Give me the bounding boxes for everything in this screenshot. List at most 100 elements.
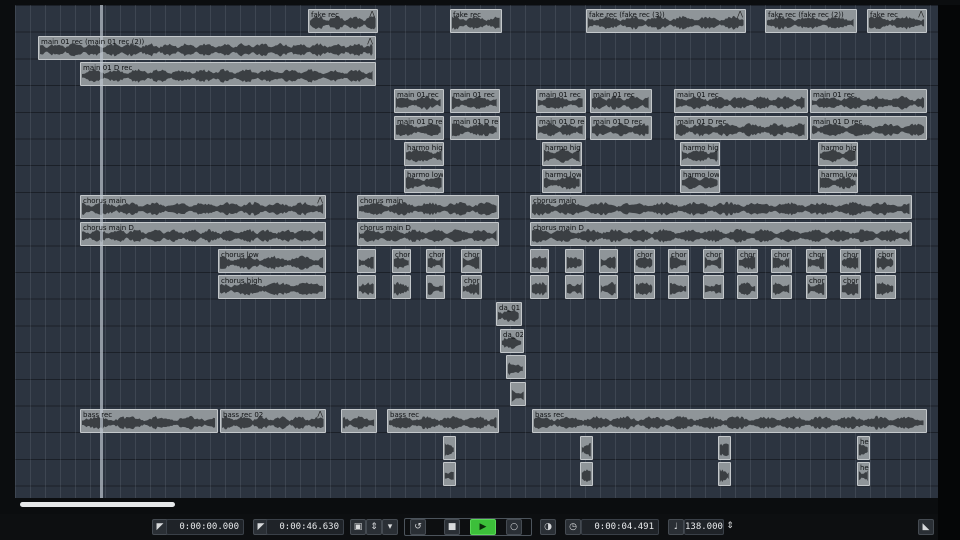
audio-clip[interactable] [771,275,792,299]
audio-clip[interactable]: harmo low [680,169,720,193]
record-icon[interactable]: ○ [506,519,522,535]
audio-clip[interactable]: main 01 rec [674,89,808,113]
audio-clip[interactable]: chorus main D [80,222,326,246]
audio-clip[interactable] [426,275,445,299]
audio-clip[interactable]: chorus main [357,195,499,219]
cycle-icon[interactable]: ↺ [410,519,426,535]
playhead-cursor[interactable] [100,5,103,500]
audio-clip[interactable]: chorus main D [357,222,499,246]
audio-clip[interactable]: chor [840,275,861,299]
audio-clip[interactable]: he [857,462,870,486]
audio-clip[interactable]: main 01 D rec [674,116,808,140]
audio-clip[interactable]: main 01 D rec [394,116,444,140]
audio-clip[interactable]: main 01 rec [536,89,586,113]
audio-clip[interactable]: chor [461,249,482,273]
punch-icon[interactable]: ⇕ [366,519,382,535]
audio-clip[interactable]: harmo high [818,142,858,166]
fade-handle-icon[interactable]: ⋀ [369,10,375,18]
chevron-down-icon[interactable]: ▾ [382,519,398,535]
left-locator-time[interactable]: 0:00:00.000 [166,519,244,535]
audio-clip[interactable]: fake rec ⋀ [867,9,927,33]
audio-clip[interactable]: da_01 [496,302,522,326]
audio-clip[interactable]: bass rec [387,409,499,433]
audio-clip[interactable]: main 01 D rec [536,116,586,140]
audio-clip[interactable]: main 01 rec [394,89,444,113]
audio-clip[interactable] [565,275,584,299]
playback-position[interactable]: 0:00:04.491 [581,519,659,535]
audio-clip[interactable]: fake rec (fake rec (3)) ⋀ [586,9,746,33]
fade-handle-icon[interactable]: ⋀ [317,196,323,204]
audio-clip[interactable] [530,249,549,273]
audio-clip[interactable]: harmo high [404,142,444,166]
audio-clip[interactable] [392,275,411,299]
audio-clip[interactable]: harmo high [680,142,720,166]
audio-clip[interactable]: main 01 rec [450,89,500,113]
audio-clip[interactable]: da_02 [500,329,524,353]
corner-icon[interactable]: ◣ [918,519,934,535]
audio-clip[interactable] [599,249,618,273]
audio-clip[interactable]: bass rec 02 ⋀ [220,409,326,433]
audio-clip[interactable]: chor [668,249,689,273]
audio-clip[interactable]: chorus main [530,195,912,219]
audio-clip[interactable] [357,249,376,273]
audio-clip[interactable]: chor [875,249,896,273]
audio-clip[interactable] [703,275,724,299]
audio-clip[interactable] [510,382,526,406]
audio-clip[interactable]: chor [426,249,445,273]
audio-clip[interactable]: chorus high [218,275,326,299]
right-locator-time[interactable]: 0:00:46.630 [266,519,344,535]
tempo-stepper-icon[interactable]: ⇕ [722,519,738,535]
audio-clip[interactable] [668,275,689,299]
audio-clip[interactable]: harmo low [542,169,582,193]
audio-clip[interactable]: main 01 D rec [590,116,652,140]
lock-icon[interactable]: ▣ [350,519,366,535]
audio-clip[interactable] [718,462,731,486]
play-icon[interactable]: ▶ [470,519,496,535]
tempo-value[interactable]: 138.000 [684,519,724,535]
scrollbar-thumb[interactable] [20,502,175,507]
audio-clip[interactable] [357,275,376,299]
audio-clip[interactable] [580,462,593,486]
audio-clip[interactable] [718,436,731,460]
audio-clip[interactable] [875,275,896,299]
audio-clip[interactable]: chor [737,249,758,273]
audio-clip[interactable] [506,355,526,379]
audio-clip[interactable] [634,275,655,299]
audio-clip[interactable]: harmo high [542,142,582,166]
audio-clip[interactable] [341,409,377,433]
audio-clip[interactable] [580,436,593,460]
audio-clip[interactable]: chorus low [218,249,326,273]
audio-clip[interactable] [530,275,549,299]
fade-handle-icon[interactable]: ⋀ [367,37,373,45]
audio-clip[interactable] [443,462,456,486]
audio-clip[interactable]: chor [461,275,482,299]
clock-icon[interactable]: ◷ [565,519,581,535]
audio-clip[interactable]: chorus main D [530,222,912,246]
audio-clip[interactable] [565,249,584,273]
audio-clip[interactable]: main 01 rec [590,89,652,113]
audio-clip[interactable]: harmo low [404,169,444,193]
audio-clip[interactable]: fake rec ⋀ [308,9,378,33]
audio-clip[interactable]: chor [806,275,827,299]
fade-handle-icon[interactable]: ⋀ [317,410,323,418]
audio-clip[interactable] [599,275,618,299]
horizontal-scrollbar[interactable] [15,498,938,514]
arrange-window[interactable]: fake rec ⋀ fake rec fake rec (fake rec (3))… [15,5,938,498]
audio-clip[interactable]: main 01 rec [810,89,927,113]
audio-clip[interactable] [443,436,456,460]
audio-clip[interactable]: main 01 rec (main 01 rec (2)) ⋀ [38,36,376,60]
audio-clip[interactable]: chorus main ⋀ [80,195,326,219]
audio-clip[interactable] [737,275,758,299]
audio-clip[interactable]: bass rec [532,409,927,433]
audio-clip[interactable]: harmo low [818,169,858,193]
metronome-icon[interactable]: ◑ [540,519,556,535]
audio-clip[interactable]: chor [840,249,861,273]
audio-clip[interactable]: fake rec [450,9,502,33]
audio-clip[interactable]: chor [392,249,411,273]
audio-clip[interactable]: chor [703,249,724,273]
audio-clip[interactable]: main 01 D rec [810,116,927,140]
audio-clip[interactable]: fake rec (fake rec (2)) [765,9,857,33]
audio-clip[interactable]: main 01 D rec [450,116,500,140]
fade-handle-icon[interactable]: ⋀ [737,10,743,18]
audio-clip[interactable]: chor [634,249,655,273]
